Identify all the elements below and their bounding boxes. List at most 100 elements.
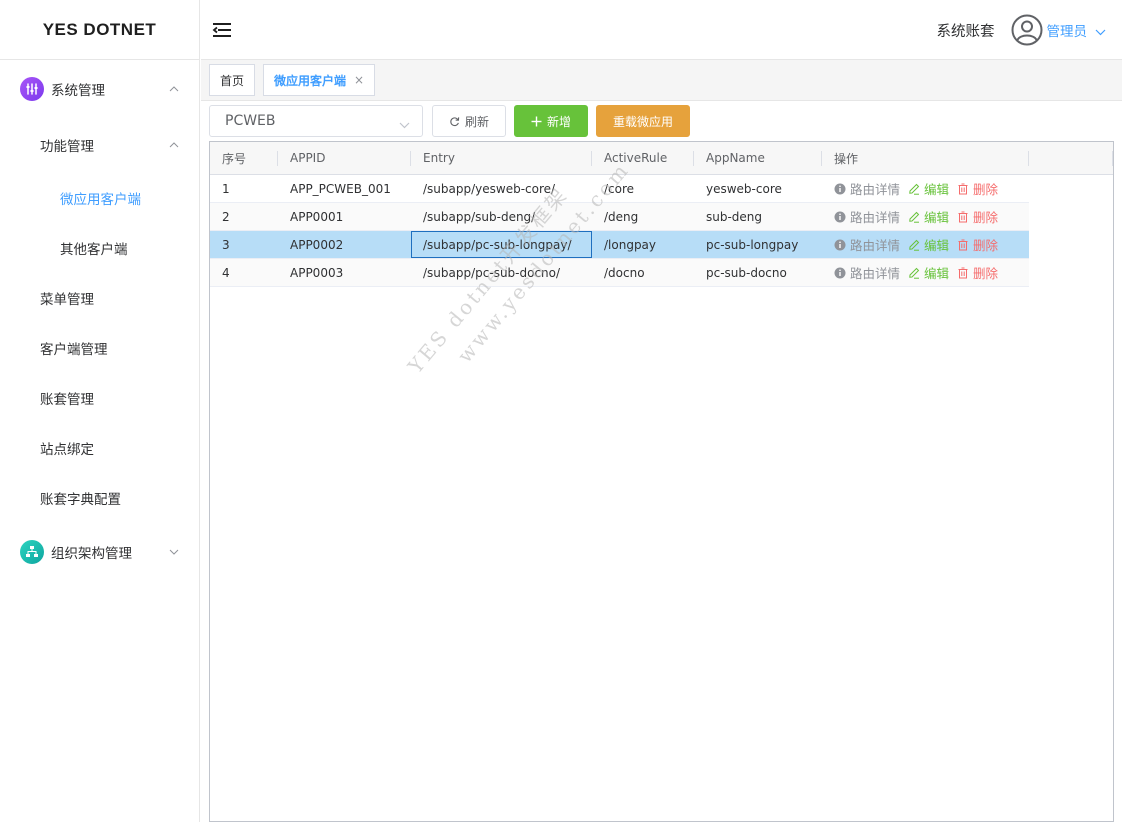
cell-active-rule[interactable]: /deng xyxy=(592,203,694,230)
refresh-button[interactable]: 刷新 xyxy=(432,105,507,137)
sidebar-group-label: 系统管理 xyxy=(51,83,105,99)
edit-label: 编辑 xyxy=(924,266,950,281)
column-header-spacer xyxy=(1029,142,1113,174)
table-row[interactable]: 3 APP0002/subapp/pc-sub-longpay//longpay p… xyxy=(210,231,1029,259)
delete-button[interactable]: 删除 xyxy=(957,207,998,226)
sidebar-item-microapp-client[interactable]: 微应用客户端 xyxy=(0,173,199,223)
org-chart-icon xyxy=(20,540,44,564)
route-detail-label: 路由详情 xyxy=(850,238,901,253)
cell-entry[interactable]: /subapp/yesweb-core/ xyxy=(411,175,592,202)
tab-home[interactable]: 首页 xyxy=(209,64,256,96)
chevron-down-icon xyxy=(169,547,179,557)
delete-button[interactable]: 删除 xyxy=(957,263,998,282)
cell-app-name[interactable]: yesweb-core xyxy=(694,175,822,202)
sidebar-item-label: 客户端管理 xyxy=(40,342,108,358)
sidebar-item-label: 微应用客户端 xyxy=(60,192,141,208)
edit-button[interactable]: 编辑 xyxy=(908,235,949,254)
sidebar-item-label: 菜单管理 xyxy=(40,292,94,308)
sidebar-item-label: 站点绑定 xyxy=(40,442,94,458)
sidebar-item-menu[interactable]: 菜单管理 xyxy=(0,273,199,323)
reload-microapp-button[interactable]: 重载微应用 xyxy=(596,105,691,137)
sidebar: YES DOTNET 系统管理 功能管理 微应用客户端 其他客户端 菜单管理 客… xyxy=(0,0,200,822)
tab-microapp-client[interactable]: 微应用客户端 × xyxy=(263,64,376,96)
sidebar-item-other-client[interactable]: 其他客户端 xyxy=(0,223,199,273)
chevron-up-icon xyxy=(169,84,179,94)
cell-appid[interactable]: APP0001 xyxy=(278,203,411,230)
cell-index[interactable]: 3 xyxy=(210,231,278,258)
cell-active-rule[interactable]: /longpay xyxy=(592,231,694,258)
close-icon[interactable]: × xyxy=(354,73,364,87)
route-detail-button[interactable]: 路由详情 xyxy=(834,235,900,254)
brand-logo: YES DOTNET xyxy=(0,0,199,60)
column-header[interactable]: ActiveRule xyxy=(592,142,694,174)
delete-label: 删除 xyxy=(973,266,999,281)
cell-appid[interactable]: APP_PCWEB_001 xyxy=(278,175,411,202)
route-detail-button[interactable]: 路由详情 xyxy=(834,263,900,282)
table-row[interactable]: 2 APP0001/subapp/sub-deng//deng sub-deng 路由… xyxy=(210,203,1029,231)
refresh-label: 刷新 xyxy=(465,114,490,129)
cell-app-name[interactable]: pc-sub-docno xyxy=(694,259,822,286)
cell-active-rule[interactable]: /core xyxy=(592,175,694,202)
sidebar-item-client[interactable]: 客户端管理 xyxy=(0,323,199,373)
column-header[interactable]: APPID xyxy=(278,142,411,174)
cell-entry[interactable]: /subapp/pc-sub-docno/ xyxy=(411,259,592,286)
sidebar-item-label: 功能管理 xyxy=(40,139,94,155)
chevron-down-icon[interactable] xyxy=(1095,21,1106,40)
tab-bar: 首页 微应用客户端 × xyxy=(201,60,1122,101)
sidebar-item-site-binding[interactable]: 站点绑定 xyxy=(0,423,199,473)
route-detail-label: 路由详情 xyxy=(850,210,901,225)
route-detail-button[interactable]: 路由详情 xyxy=(834,207,900,226)
cell-actions: 路由详情 编辑 删除 xyxy=(822,203,1029,230)
user-name[interactable]: 管理员 xyxy=(1047,20,1088,40)
sidebar-group-label: 组织架构管理 xyxy=(51,546,132,562)
column-header[interactable]: AppName xyxy=(694,142,822,174)
column-header[interactable]: 操作 xyxy=(822,142,1029,174)
cell-index[interactable]: 4 xyxy=(210,259,278,286)
edit-button[interactable]: 编辑 xyxy=(908,207,949,226)
add-button[interactable]: 新增 xyxy=(514,105,589,137)
sidebar-group-org[interactable]: 组织架构管理 xyxy=(0,527,199,577)
platform-select[interactable]: PCWEB xyxy=(209,105,423,137)
column-header[interactable]: 序号 xyxy=(210,142,278,174)
sidebar-item-account-set[interactable]: 账套管理 xyxy=(0,373,199,423)
cell-appid[interactable]: APP0002 xyxy=(278,231,411,258)
edit-button[interactable]: 编辑 xyxy=(908,263,949,282)
cell-entry[interactable]: /subapp/sub-deng/ xyxy=(411,203,592,230)
top-header: 系统账套 管理员 xyxy=(201,0,1122,60)
tab-label: 首页 xyxy=(220,73,245,88)
sidebar-item-label: 账套管理 xyxy=(40,392,94,408)
cell-app-name[interactable]: pc-sub-longpay xyxy=(694,231,822,258)
add-label: 新增 xyxy=(547,114,572,129)
edit-icon xyxy=(908,239,920,251)
account-set-label[interactable]: 系统账套 xyxy=(937,20,995,41)
tab-label: 微应用客户端 xyxy=(274,73,347,88)
table-header: 序号 APPID Entry ActiveRule AppName 操作 xyxy=(210,142,1113,175)
cell-active-rule[interactable]: /docno xyxy=(592,259,694,286)
cell-index[interactable]: 2 xyxy=(210,203,278,230)
cell-entry[interactable]: /subapp/pc-sub-longpay/ xyxy=(411,231,592,258)
edit-label: 编辑 xyxy=(924,182,950,197)
edit-icon xyxy=(908,183,920,195)
trash-icon xyxy=(957,267,969,279)
menu-fold-icon[interactable] xyxy=(211,20,233,40)
table-row[interactable]: 4 APP0003/subapp/pc-sub-docno//docno pc-su… xyxy=(210,259,1029,287)
sidebar-item-dictionary[interactable]: 账套字典配置 xyxy=(0,473,199,523)
delete-button[interactable]: 删除 xyxy=(957,179,998,198)
sliders-icon xyxy=(20,77,44,101)
edit-icon xyxy=(908,267,920,279)
trash-icon xyxy=(957,183,969,195)
avatar-icon[interactable] xyxy=(1011,14,1043,46)
cell-appid[interactable]: APP0003 xyxy=(278,259,411,286)
chevron-up-icon xyxy=(169,140,179,150)
delete-button[interactable]: 删除 xyxy=(957,235,998,254)
route-detail-button[interactable]: 路由详情 xyxy=(834,179,900,198)
cell-actions: 路由详情 编辑 删除 xyxy=(822,175,1029,202)
sidebar-group-system[interactable]: 系统管理 xyxy=(0,64,199,114)
info-icon xyxy=(834,211,846,223)
cell-index[interactable]: 1 xyxy=(210,175,278,202)
cell-app-name[interactable]: sub-deng xyxy=(694,203,822,230)
edit-button[interactable]: 编辑 xyxy=(908,179,949,198)
column-header[interactable]: Entry xyxy=(411,142,592,174)
sidebar-item-function[interactable]: 功能管理 xyxy=(0,120,199,170)
table-row[interactable]: 1 APP_PCWEB_001/subapp/yesweb-core//core y… xyxy=(210,175,1029,203)
